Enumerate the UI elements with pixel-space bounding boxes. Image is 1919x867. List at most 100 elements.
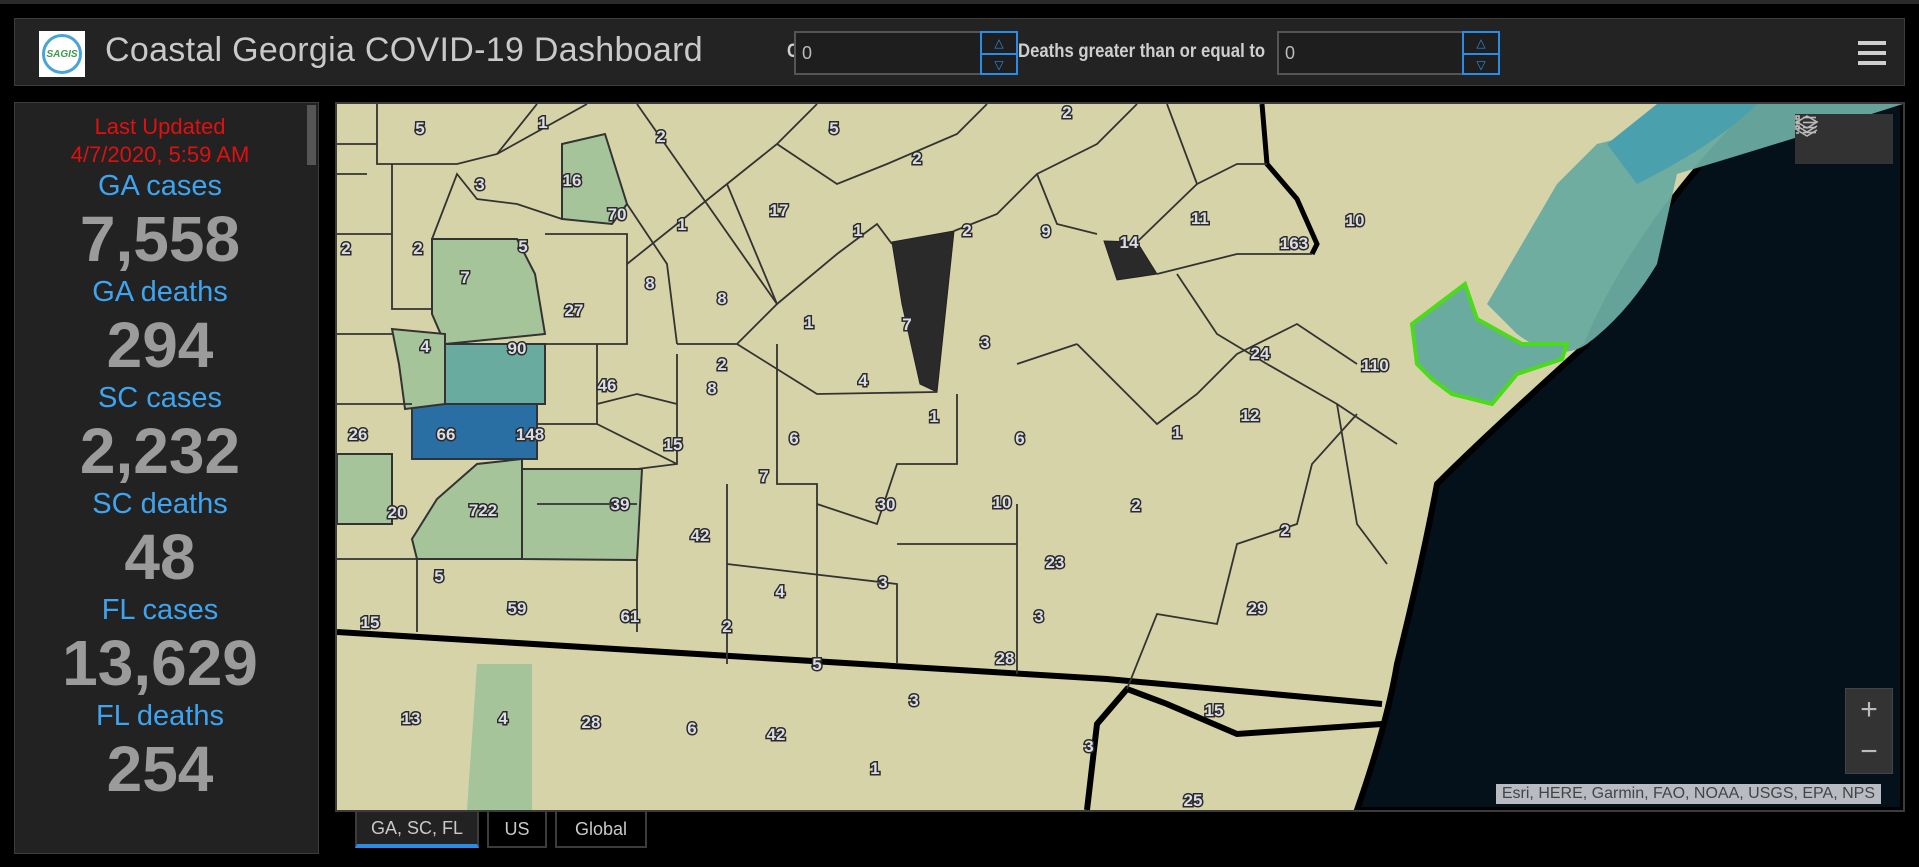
county-label: 1 (870, 759, 879, 778)
county-label: 6 (789, 429, 798, 448)
county-label: 9 (1041, 222, 1050, 241)
county-label: 8 (645, 274, 654, 293)
county-label: 7 (759, 467, 768, 486)
stat-sc-deaths: SC deaths 48 (15, 487, 305, 593)
map-attribution: Esri, HERE, Garmin, FAO, NOAA, USGS, EPA… (1495, 784, 1881, 804)
stat-label: GA deaths (92, 276, 228, 308)
county-label: 17 (770, 201, 789, 220)
county-label: 4 (858, 371, 868, 390)
state-line-ga-sc (1259, 104, 1320, 256)
stat-value: 254 (106, 733, 214, 805)
county-label: 16 (563, 171, 582, 190)
county-label: 27 (565, 301, 584, 320)
deaths-increment-button[interactable]: △ (1464, 33, 1498, 55)
deaths-filter-spinner[interactable]: △ ▽ (1462, 31, 1500, 75)
county-label: 61 (621, 607, 640, 626)
zoom-out-button[interactable]: − (1846, 731, 1892, 773)
stat-label: FL deaths (96, 700, 224, 732)
county-label: 90 (508, 339, 527, 358)
county-label: 26 (349, 425, 368, 444)
top-strip (0, 0, 1919, 4)
cases-filter-spinner[interactable]: △ ▽ (980, 31, 1018, 75)
stat-fl-cases: FL cases 13,629 (15, 593, 305, 699)
county-lee (444, 343, 546, 405)
stat-ga-cases: GA cases 7,558 (15, 169, 305, 275)
county-label: 1 (1172, 423, 1181, 442)
county-label: 4 (498, 709, 508, 728)
county-label: 10 (1346, 211, 1365, 230)
county-label: 6 (1015, 429, 1024, 448)
zoom-control: + − (1845, 688, 1893, 774)
cases-increment-button[interactable]: △ (982, 33, 1016, 55)
stat-value: 13,629 (62, 627, 258, 699)
county-label: 6 (687, 719, 696, 738)
county-label: 5 (415, 119, 424, 138)
stats-sidebar: Last Updated 4/7/2020, 5:59 AM GA cases … (14, 102, 319, 854)
county-label: 70 (608, 205, 627, 224)
county-label: 2 (1062, 104, 1071, 122)
county-label: 5 (434, 567, 443, 586)
county-label: 5 (829, 119, 838, 138)
county-label: 14 (1120, 233, 1139, 252)
deaths-filter-input[interactable] (1277, 31, 1467, 75)
county-label: 3 (475, 175, 484, 194)
logo-text: SAGIS (42, 34, 82, 74)
county-label: 148 (516, 425, 544, 444)
tab-ga-sc-fl[interactable]: GA, SC, FL (355, 812, 479, 848)
stat-label: SC cases (97, 382, 223, 414)
county-label: 4 (775, 582, 785, 601)
tab-global[interactable]: Global (555, 812, 647, 848)
county-label: 20 (388, 503, 407, 522)
cases-filter-input[interactable] (794, 31, 984, 75)
menu-icon[interactable] (1858, 35, 1886, 71)
county-early (337, 453, 393, 525)
county-label: 46 (598, 376, 617, 395)
county-sumter (431, 238, 547, 346)
county-label: 39 (611, 495, 630, 514)
stat-sc-cases: SC cases 2,232 (15, 381, 305, 487)
dashboard-title: Coastal Georgia COVID-19 Dashboard (105, 31, 703, 69)
county-mitchell (410, 457, 523, 560)
county-montgomery (891, 230, 955, 393)
cases-decrement-button[interactable]: ▽ (982, 55, 1016, 75)
last-updated-value: 4/7/2020, 5:59 AM (70, 142, 250, 167)
layers-button[interactable] (1795, 114, 1893, 164)
county-label: 30 (877, 495, 896, 514)
county-colquitt (521, 468, 644, 562)
county-label: 28 (582, 713, 601, 732)
stat-label: SC deaths (92, 488, 228, 520)
last-updated-label: Last Updated (94, 114, 226, 139)
county-label: 2 (656, 127, 665, 146)
county-label: 13 (402, 709, 421, 728)
deaths-decrement-button[interactable]: ▽ (1464, 55, 1498, 75)
tab-us[interactable]: US (487, 812, 547, 848)
stat-fl-deaths: FL deaths 254 (15, 699, 305, 805)
county-label: 7 (460, 268, 469, 287)
county-label: 3 (909, 691, 918, 710)
county-label: 10 (993, 493, 1012, 512)
county-label: 5 (812, 655, 821, 674)
county-label: 2 (722, 617, 731, 636)
county-label: 42 (767, 725, 786, 744)
county-label: 8 (707, 379, 716, 398)
county-label: 2 (413, 239, 422, 258)
county-label: 15 (361, 613, 380, 632)
sidebar-scrollbar[interactable] (307, 105, 316, 165)
county-label: 1 (929, 407, 938, 426)
map-canvas[interactable]: 5 1 2 5 2 2 3 16 70 1 17 1 2 9 11 163 10… (337, 104, 1903, 810)
zoom-in-button[interactable]: + (1846, 689, 1892, 731)
map-view[interactable]: 5 1 2 5 2 2 3 16 70 1 17 1 2 9 11 163 10… (335, 102, 1905, 812)
stat-ga-deaths: GA deaths 294 (15, 275, 305, 381)
county-label: 722 (469, 501, 497, 520)
county-label: 1 (853, 221, 862, 240)
county-label: 4 (420, 337, 430, 356)
county-label: 5 (518, 237, 527, 256)
header-bar: SAGIS Coastal Georgia COVID-19 Dashboard… (14, 18, 1905, 86)
county-label: 3 (878, 573, 887, 592)
county-label: 2 (1131, 496, 1140, 515)
county-label: 1 (677, 215, 686, 234)
state-line-fl-ga-east (1084, 685, 1383, 810)
county-label: 28 (996, 649, 1015, 668)
county-terrell (390, 327, 446, 411)
map-toolbar (1795, 114, 1893, 164)
